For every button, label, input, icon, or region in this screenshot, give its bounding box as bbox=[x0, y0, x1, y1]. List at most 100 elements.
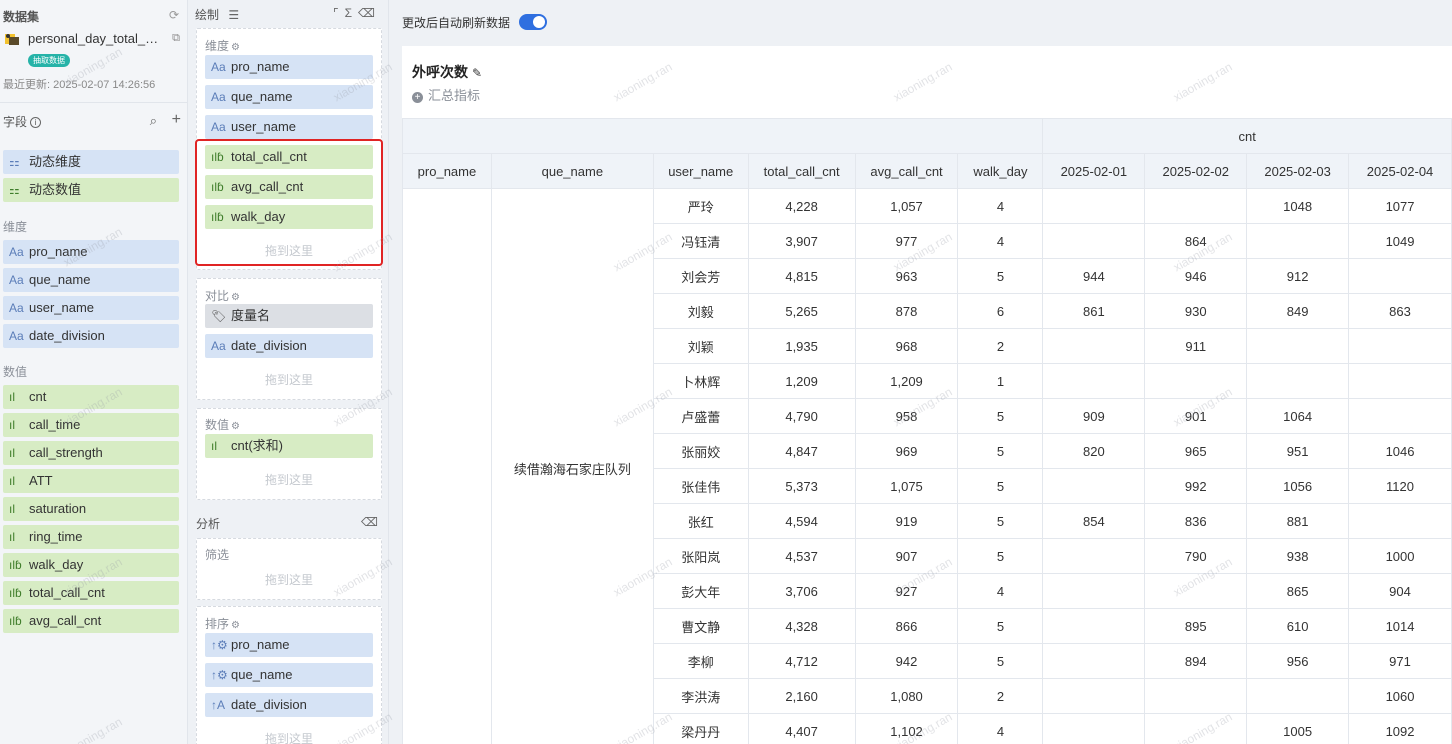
calculated-number-icon: ılɓ bbox=[9, 558, 22, 572]
column-header[interactable]: avg_call_cnt bbox=[854, 153, 959, 189]
settings-sliders-icon[interactable]: ☰ bbox=[228, 8, 239, 22]
table-cell: 942 bbox=[854, 643, 959, 679]
table-cell: 5 bbox=[957, 398, 1044, 434]
column-header[interactable]: 2025-02-02 bbox=[1144, 153, 1248, 189]
toggle-knob bbox=[533, 16, 545, 28]
table-cell: 卢盛蕾 bbox=[652, 398, 749, 434]
config-pro-name[interactable]: Aa pro_name bbox=[205, 55, 373, 79]
drop-hint: 拖到这里 bbox=[264, 473, 313, 487]
table-cell: 901 bbox=[1144, 398, 1248, 434]
number-type-icon: ıl bbox=[9, 446, 15, 460]
column-header[interactable]: 2025-02-04 bbox=[1348, 153, 1452, 189]
field-walk-day[interactable]: ılɓ walk_day bbox=[3, 553, 179, 577]
table-cell: 刘会芳 bbox=[652, 258, 749, 294]
table-cell: 5 bbox=[957, 433, 1044, 469]
table-cell: 刘颖 bbox=[652, 328, 749, 364]
column-header[interactable]: que_name bbox=[490, 153, 654, 189]
corner-icon[interactable]: ⌜ bbox=[333, 6, 345, 20]
table-cell: 3,706 bbox=[747, 573, 856, 609]
sigma-icon[interactable]: Σ bbox=[345, 6, 358, 20]
gear-icon[interactable]: ⚙ bbox=[231, 42, 240, 53]
table-cell: 1077 bbox=[1348, 188, 1452, 224]
highlight-box bbox=[195, 139, 383, 266]
field-label: saturation bbox=[29, 501, 87, 516]
eraser-icon[interactable]: ⌫ bbox=[358, 6, 381, 20]
field-label: date_division bbox=[231, 697, 307, 712]
config-cnt-sum[interactable]: ıl cnt(求和) bbox=[205, 434, 373, 458]
dataset-item[interactable]: personal_day_total_… ⧉ bbox=[4, 30, 182, 48]
field-att[interactable]: ıl ATT bbox=[3, 469, 179, 493]
table-cell: 912 bbox=[1246, 258, 1350, 294]
summary-metrics[interactable]: + 汇总指标 bbox=[412, 85, 480, 104]
config-measure-names[interactable]: 🏷 度量名 bbox=[205, 304, 373, 328]
number-type-icon: ıl bbox=[9, 530, 15, 544]
field-label: user_name bbox=[29, 300, 95, 315]
sort-asc-icon: ↑⚙ bbox=[211, 638, 228, 652]
field-saturation[interactable]: ıl saturation bbox=[3, 497, 179, 521]
column-header[interactable]: walk_day bbox=[957, 153, 1044, 189]
header-blank bbox=[401, 118, 1044, 154]
add-icon[interactable]: + bbox=[172, 111, 181, 129]
table-cell: 1056 bbox=[1246, 468, 1350, 504]
field-pro-name[interactable]: Aa pro_name bbox=[3, 240, 179, 264]
field-dynamic-dimension[interactable]: ⚏ 动态维度 bbox=[3, 150, 179, 174]
eraser-icon[interactable]: ⌫ bbox=[361, 515, 378, 529]
table-cell: 992 bbox=[1144, 468, 1248, 504]
table-cell: 5 bbox=[957, 503, 1044, 539]
sort-pro-name[interactable]: ↑⚙ pro_name bbox=[205, 633, 373, 657]
switch-dataset-icon[interactable]: ⧉ bbox=[172, 32, 180, 45]
refresh-icon[interactable]: ⟳ bbox=[169, 8, 179, 22]
table-cell: 4 bbox=[957, 713, 1044, 744]
table-cell: 907 bbox=[854, 538, 959, 574]
table-cell: 李柳 bbox=[652, 643, 749, 679]
gear-icon[interactable]: ⚙ bbox=[231, 620, 240, 631]
field-cnt[interactable]: ıl cnt bbox=[3, 385, 179, 409]
auto-refresh-toggle[interactable] bbox=[519, 14, 547, 30]
field-label: que_name bbox=[29, 272, 91, 287]
table-cell bbox=[1144, 678, 1248, 714]
field-call-time[interactable]: ıl call_time bbox=[3, 413, 179, 437]
field-que-name[interactable]: Aa que_name bbox=[3, 268, 179, 292]
field-label: ATT bbox=[29, 473, 53, 488]
field-date-division[interactable]: Aa date_division bbox=[3, 324, 179, 348]
table-cell: 3,907 bbox=[747, 223, 856, 259]
config-user-name[interactable]: Aa user_name bbox=[205, 115, 373, 139]
config-date-division[interactable]: Aa date_division bbox=[205, 334, 373, 358]
table-cell: 1014 bbox=[1348, 608, 1452, 644]
chart-title[interactable]: 外呼次数 ✎ bbox=[412, 62, 482, 82]
text-type-icon: Aa bbox=[211, 120, 226, 134]
field-dynamic-measure[interactable]: ⚏ 动态数值 bbox=[3, 178, 179, 202]
table-cell: 2,160 bbox=[747, 678, 856, 714]
field-total-call-cnt[interactable]: ılɓ total_call_cnt bbox=[3, 581, 179, 605]
column-header[interactable]: 2025-02-01 bbox=[1042, 153, 1146, 189]
table-cell: 1048 bbox=[1246, 188, 1350, 224]
pencil-icon[interactable]: ✎ bbox=[472, 66, 482, 80]
table-cell bbox=[1246, 363, 1350, 399]
config-que-name[interactable]: Aa que_name bbox=[205, 85, 373, 109]
column-header[interactable]: 2025-02-03 bbox=[1246, 153, 1350, 189]
field-label: call_strength bbox=[29, 445, 103, 460]
table-cell bbox=[1042, 608, 1146, 644]
gear-icon[interactable]: ⚙ bbox=[231, 421, 240, 432]
column-header[interactable]: user_name bbox=[652, 153, 749, 189]
table-cell bbox=[1042, 363, 1146, 399]
field-call-strength[interactable]: ıl call_strength bbox=[3, 441, 179, 465]
table-cell bbox=[1144, 188, 1248, 224]
field-user-name[interactable]: Aa user_name bbox=[3, 296, 179, 320]
sort-que-name[interactable]: ↑⚙ que_name bbox=[205, 663, 373, 687]
table-cell: 861 bbox=[1042, 293, 1146, 329]
field-ring-time[interactable]: ıl ring_time bbox=[3, 525, 179, 549]
sort-date-division[interactable]: ↑A date_division bbox=[205, 693, 373, 717]
table-cell bbox=[1144, 573, 1248, 609]
drop-hint: 拖到这里 bbox=[264, 732, 313, 744]
column-header[interactable]: pro_name bbox=[402, 153, 492, 189]
table-cell: 5 bbox=[957, 538, 1044, 574]
text-type-icon: Aa bbox=[9, 273, 24, 287]
field-avg-call-cnt[interactable]: ılɓ avg_call_cnt bbox=[3, 609, 179, 633]
info-icon[interactable]: i bbox=[30, 117, 42, 128]
draw-title: 绘制 bbox=[195, 8, 220, 22]
table-cell: 4,228 bbox=[747, 188, 856, 224]
search-icon[interactable]: ⌕ bbox=[150, 113, 157, 129]
gear-icon[interactable]: ⚙ bbox=[231, 292, 240, 303]
column-header[interactable]: total_call_cnt bbox=[747, 153, 856, 189]
